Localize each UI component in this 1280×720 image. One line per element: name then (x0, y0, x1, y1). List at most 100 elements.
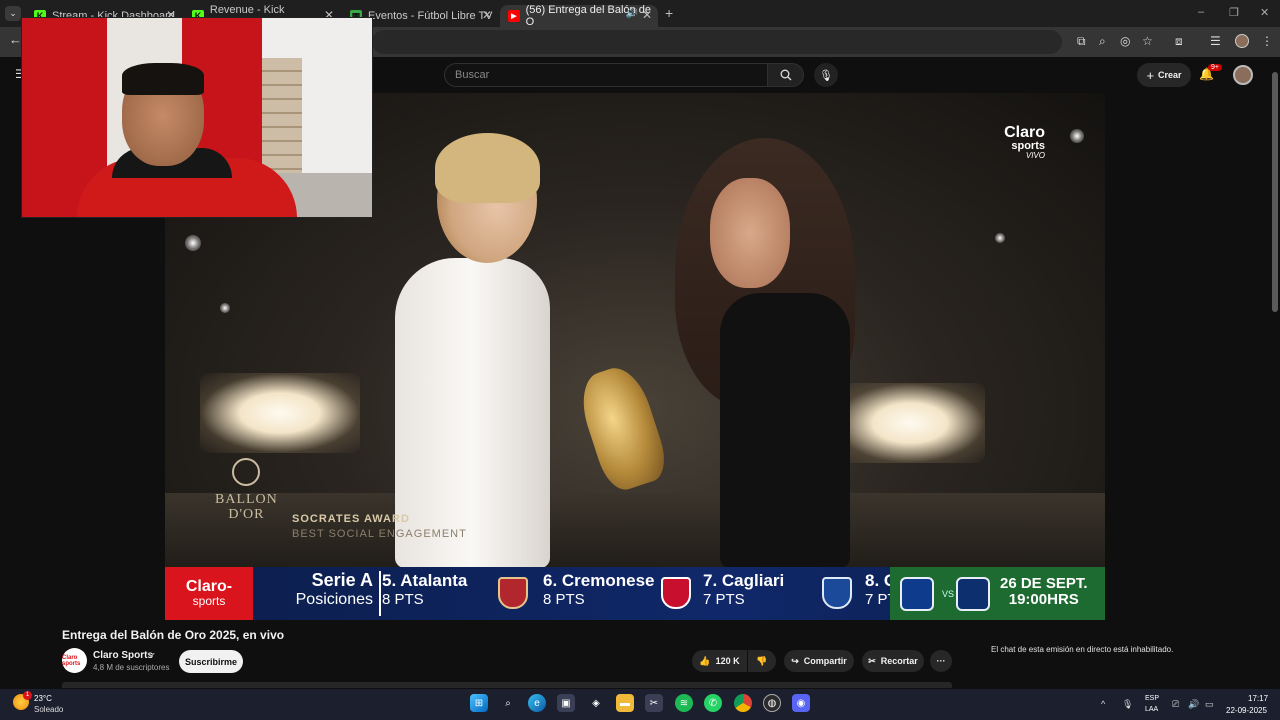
subscriber-count: 4,8 M de suscriptores (93, 663, 170, 672)
streamer-hair (122, 63, 204, 95)
weather-temperature: 23°C (34, 694, 52, 703)
team-entry: 6. Cremonese 8 PTS (543, 571, 655, 608)
audio-playing-icon[interactable]: 🔊 (626, 8, 638, 19)
subscribe-button[interactable]: Suscribirme (179, 650, 243, 673)
standings-ticker: Claro- sports Serie A Posiciones 5. Atal… (165, 567, 1105, 620)
chrome-icon[interactable] (734, 694, 752, 712)
award-caption: SOCRATES AWARD BEST SOCIAL ENGAGEMENT (292, 513, 467, 540)
microphone-tray-icon[interactable]: 🎙 (1122, 699, 1133, 710)
tab-title: Eventos - Fútbol Libre TV (368, 10, 493, 22)
webcam-overlay (21, 17, 373, 218)
scissors-icon: ✂ (868, 655, 876, 666)
windows-taskbar (0, 689, 1280, 720)
show-hidden-icons-chevron-icon[interactable]: ^ (1101, 699, 1105, 709)
ballon-dor-logo: BALLON D'OR (215, 458, 278, 522)
sparkle (220, 303, 230, 313)
channel-name[interactable]: Claro Sports (93, 650, 153, 661)
profile-avatar[interactable] (1235, 34, 1249, 48)
file-explorer-icon[interactable]: ▬ (616, 694, 634, 712)
windows-start-icon[interactable]: ⊞ (470, 694, 488, 712)
share-button[interactable]: ↪ Compartir (784, 650, 854, 672)
more-actions-button[interactable]: ··· (930, 650, 952, 672)
team-points: 8 PTS (382, 590, 424, 608)
team-points: 7 PTS (703, 590, 745, 608)
extensions-icon[interactable]: ⧈ (1175, 34, 1183, 49)
new-tab-button[interactable]: + (665, 5, 673, 21)
team-name: 5. Atalanta (382, 571, 468, 590)
search-button[interactable] (767, 63, 804, 87)
match-date: 26 DE SEPT. (1000, 575, 1088, 592)
spotify-icon[interactable]: ≋ (675, 694, 693, 712)
copilot-icon[interactable]: ◈ (587, 694, 605, 712)
league-name: Serie A (311, 570, 373, 590)
next-match-panel: VS 26 DE SEPT. 19:00HRS (890, 567, 1105, 620)
reading-list-icon[interactable]: ☰ (1210, 34, 1221, 48)
input-language[interactable]: ESP (1145, 695, 1159, 702)
search-icon[interactable]: ⌕ (499, 694, 517, 712)
ball-icon (232, 458, 261, 486)
como-crest-icon (822, 577, 852, 609)
search-icon (780, 69, 791, 81)
obs-icon[interactable]: ◍ (763, 694, 781, 712)
thumbs-up-icon: 👍 (699, 655, 711, 666)
store-icon[interactable]: ▣ (557, 694, 575, 712)
ticker-logo-line2: sports (192, 594, 226, 608)
volume-icon[interactable]: 🔊 (1188, 699, 1199, 710)
um-logo-icon (956, 577, 990, 611)
trophy-image (573, 360, 672, 496)
stage-light-right (835, 383, 985, 463)
like-button[interactable]: 👍 120 K (692, 650, 747, 672)
weather-badge: 1 (23, 691, 32, 700)
cast-icon[interactable]: ⧉ (1077, 34, 1086, 49)
dislike-button[interactable]: 👎 (748, 650, 776, 672)
tab-youtube-balon[interactable]: ▶ (56) Entrega del Balón de O 🔊 ✕ (500, 4, 658, 28)
claro-sports-watermark: Claro sports VIVO (1004, 125, 1045, 160)
close-window-icon[interactable]: ✕ (1260, 6, 1269, 19)
team-name: 6. Cremonese (543, 571, 655, 590)
bookmark-star-icon[interactable]: ☆ (1142, 34, 1153, 48)
description-box[interactable] (62, 682, 952, 688)
voice-search-button[interactable]: 🎙 (814, 63, 838, 87)
eye-off-icon[interactable]: ◎ (1120, 34, 1130, 48)
create-button[interactable]: + Crear (1137, 63, 1191, 87)
award-subtitle: BEST SOCIAL ENGAGEMENT (292, 528, 467, 540)
team-entry: 5. Atalanta 8 PTS (382, 571, 467, 608)
ballon-line1: BALLON (215, 492, 278, 507)
match-datetime: 26 DE SEPT. 19:00HRS (1000, 576, 1088, 608)
whatsapp-icon[interactable]: ✆ (704, 694, 722, 712)
sparkle (185, 235, 201, 251)
award-title: SOCRATES AWARD (292, 513, 410, 525)
close-tab-icon[interactable]: ✕ (482, 8, 492, 22)
scrollbar-thumb[interactable] (1272, 72, 1278, 312)
match-time: 19:00HRS (1008, 590, 1079, 608)
chrome-menu-icon[interactable]: ⋮ (1261, 34, 1273, 48)
clip-button[interactable]: ✂ Recortar (862, 650, 924, 672)
edge-icon[interactable]: e (528, 694, 546, 712)
address-bar[interactable] (372, 30, 1062, 54)
tab-search-chevron-icon[interactable]: ⌄ (5, 6, 21, 21)
ticker-logo-line1: Claro- (185, 578, 233, 595)
youtube-icon: ▶ (508, 10, 520, 22)
tab-title: (56) Entrega del Balón de O (525, 4, 651, 28)
close-tab-icon[interactable]: ✕ (642, 8, 652, 22)
sparkle (995, 233, 1005, 243)
account-avatar[interactable] (1233, 65, 1253, 85)
clock-time[interactable]: 17:17 (1248, 694, 1268, 703)
zoom-icon[interactable]: ⌕ (1099, 34, 1106, 49)
rams-logo-icon (900, 577, 934, 611)
snipping-tool-icon[interactable]: ✂ (645, 694, 663, 712)
channel-avatar[interactable]: Claro sports (62, 648, 87, 673)
search-input[interactable]: Buscar (444, 63, 768, 87)
stage-light-left (200, 373, 360, 453)
maximize-icon[interactable]: ❐ (1229, 6, 1239, 19)
thumbs-down-icon: 👎 (756, 655, 768, 666)
input-layout[interactable]: LAA (1145, 706, 1158, 713)
battery-icon[interactable]: ▭ (1205, 699, 1214, 710)
minimize-icon[interactable]: – (1198, 6, 1204, 18)
clock-date[interactable]: 22-09-2025 (1226, 706, 1267, 715)
discord-icon[interactable]: ◉ (792, 694, 810, 712)
clip-label: Recortar (880, 656, 918, 666)
webcam-background-stairs (262, 58, 302, 178)
network-icon[interactable]: ⎚ (1172, 699, 1179, 710)
notifications-badge: 9+ (1208, 64, 1222, 71)
